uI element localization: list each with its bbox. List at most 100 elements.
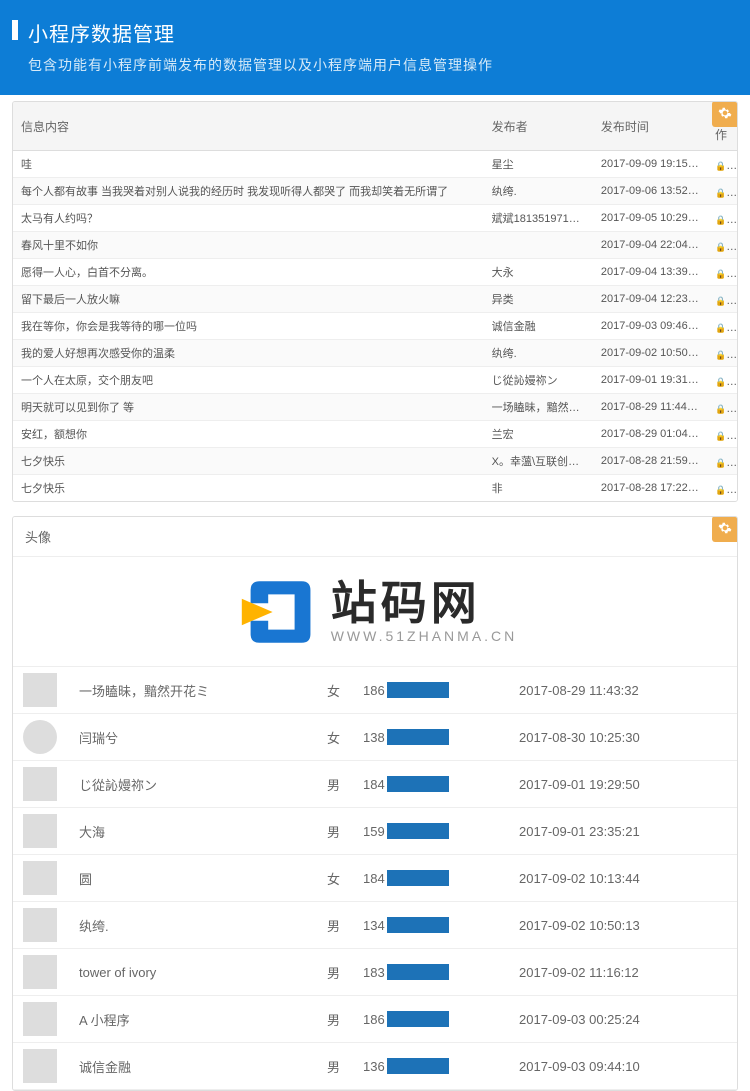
cell-author: 纨绔.	[484, 340, 593, 367]
user-phone: 184	[363, 776, 519, 792]
user-date: 2017-09-02 11:16:12	[519, 965, 639, 980]
phone-redaction	[387, 1011, 449, 1027]
lock-icon: 🔒	[715, 403, 737, 415]
table-row: 春风十里不如你2017-09-04 22:04:51🔒删除	[13, 232, 737, 259]
user-phone: 159	[363, 823, 519, 839]
user-date: 2017-09-02 10:50:13	[519, 918, 640, 933]
table-header-row: 信息内容 发布者 发布时间 操作	[13, 102, 737, 151]
user-phone: 186	[363, 682, 519, 698]
user-phone: 138	[363, 729, 519, 745]
cell-time: 2017-08-28 21:59:20	[593, 448, 707, 475]
users-table-header: 头像	[13, 517, 737, 557]
delete-link[interactable]: 🔒删除	[715, 350, 737, 361]
cell-author: 一场瞌昧，黯然开花ミ	[484, 394, 593, 421]
user-row: 诚信金融男1362017-09-03 09:44:10	[13, 1043, 737, 1090]
phone-redaction	[387, 917, 449, 933]
cell-content: 留下最后一人放火嘛	[13, 286, 484, 313]
user-date: 2017-08-30 10:25:30	[519, 730, 640, 745]
table-row: 我在等你，你会是我等待的哪一位吗诚信金融2017-09-03 09:46:24🔒…	[13, 313, 737, 340]
user-name: A 小程序	[79, 1010, 327, 1029]
avatar	[23, 861, 57, 895]
avatar	[23, 767, 57, 801]
user-name: 闫瑞兮	[79, 728, 327, 747]
user-date: 2017-09-01 23:35:21	[519, 824, 640, 839]
delete-link[interactable]: 🔒删除	[715, 161, 737, 172]
user-date: 2017-09-02 10:13:44	[519, 871, 640, 886]
cell-author	[484, 232, 593, 259]
cell-content: 哇	[13, 151, 484, 178]
delete-link[interactable]: 🔒删除	[715, 242, 737, 253]
user-row: 一场瞌昧，黯然开花ミ女1862017-08-29 11:43:32	[13, 667, 737, 714]
table-row: 我的爱人好想再次感受你的温柔纨绔.2017-09-02 10:50:38🔒删除	[13, 340, 737, 367]
delete-link[interactable]: 🔒删除	[715, 188, 737, 199]
delete-link[interactable]: 🔒删除	[715, 377, 737, 388]
col-content: 信息内容	[13, 102, 484, 151]
user-date: 2017-08-29 11:43:32	[519, 683, 639, 698]
user-gender: 女	[327, 681, 363, 700]
user-row: 大海男1592017-09-01 23:35:21	[13, 808, 737, 855]
cell-author: じ從訫嫚祢ン	[484, 367, 593, 394]
watermark-overlay: 站码网 WWW.51ZHANMA.CN	[13, 557, 737, 667]
delete-link[interactable]: 🔒删除	[715, 458, 737, 469]
phone-redaction	[387, 823, 449, 839]
cell-time: 2017-08-29 01:04:12	[593, 421, 707, 448]
messages-table: 信息内容 发布者 发布时间 操作 哇星尘2017-09-09 19:15:34🔒…	[13, 102, 737, 501]
user-gender: 男	[327, 1057, 363, 1076]
cell-time: 2017-09-02 10:50:38	[593, 340, 707, 367]
cell-time: 2017-09-01 19:31:14	[593, 367, 707, 394]
cell-time: 2017-08-28 17:22:51	[593, 475, 707, 502]
lock-icon: 🔒	[715, 349, 737, 361]
cell-content: 一个人在太原，交个朋友吧	[13, 367, 484, 394]
lock-icon: 🔒	[715, 295, 737, 307]
delete-link[interactable]: 🔒删除	[715, 323, 737, 334]
cell-author: 非	[484, 475, 593, 502]
cell-author: 诚信金融	[484, 313, 593, 340]
lock-icon: 🔒	[715, 376, 737, 388]
cell-action: 🔒删除	[707, 394, 737, 421]
cell-action: 🔒删除	[707, 151, 737, 178]
user-name: 纨绔.	[79, 916, 327, 935]
cell-content: 太马有人约吗？	[13, 205, 484, 232]
delete-link[interactable]: 🔒删除	[715, 431, 737, 442]
user-date: 2017-09-01 19:29:50	[519, 777, 640, 792]
cell-time: 2017-09-05 10:29:35	[593, 205, 707, 232]
user-phone: 183	[363, 964, 519, 980]
users-panel: 头像 站码网 WWW.51ZHANMA.CN 一场瞌昧，黯然开花ミ女186201…	[12, 516, 738, 1091]
user-phone: 134	[363, 917, 519, 933]
avatar	[23, 720, 57, 754]
avatar	[23, 814, 57, 848]
delete-link[interactable]: 🔒删除	[715, 296, 737, 307]
table-row: 太马有人约吗？斌斌18135197187他2017-09-05 10:29:35…	[13, 205, 737, 232]
cell-time: 2017-09-04 22:04:51	[593, 232, 707, 259]
cell-content: 安红，额想你	[13, 421, 484, 448]
cell-author: 斌斌18135197187他	[484, 205, 593, 232]
table-row: 明天就可以见到你了 等一场瞌昧，黯然开花ミ2017-08-29 11:44:03…	[13, 394, 737, 421]
cell-content: 我在等你，你会是我等待的哪一位吗	[13, 313, 484, 340]
cell-action: 🔒删除	[707, 178, 737, 205]
cell-time: 2017-09-04 12:23:13	[593, 286, 707, 313]
delete-link[interactable]: 🔒删除	[715, 269, 737, 280]
panel-settings-button[interactable]	[712, 101, 738, 127]
table-row: 愿得一人心，白首不分离。大永2017-09-04 13:39:34🔒删除	[13, 259, 737, 286]
lock-icon: 🔒	[715, 457, 737, 469]
user-gender: 男	[327, 775, 363, 794]
user-gender: 男	[327, 916, 363, 935]
user-phone: 184	[363, 870, 519, 886]
delete-link[interactable]: 🔒删除	[715, 215, 737, 226]
cell-action: 🔒删除	[707, 367, 737, 394]
delete-link[interactable]: 🔒删除	[715, 485, 737, 496]
cell-action: 🔒删除	[707, 313, 737, 340]
delete-link[interactable]: 🔒删除	[715, 404, 737, 415]
cell-author: 大永	[484, 259, 593, 286]
user-name: 诚信金融	[79, 1057, 327, 1076]
table-row: 七夕快乐X。幸薀\互联创想&天创致辰2017-08-28 21:59:20🔒删除	[13, 448, 737, 475]
user-name: 大海	[79, 822, 327, 841]
avatar	[23, 1049, 57, 1083]
phone-redaction	[387, 870, 449, 886]
panel-settings-button[interactable]	[712, 516, 738, 542]
col-avatar: 头像	[13, 517, 113, 556]
user-row: 闫瑞兮女1382017-08-30 10:25:30	[13, 714, 737, 761]
gear-icon	[718, 521, 732, 538]
phone-redaction	[387, 964, 449, 980]
user-row: A 小程序男1862017-09-03 00:25:24	[13, 996, 737, 1043]
